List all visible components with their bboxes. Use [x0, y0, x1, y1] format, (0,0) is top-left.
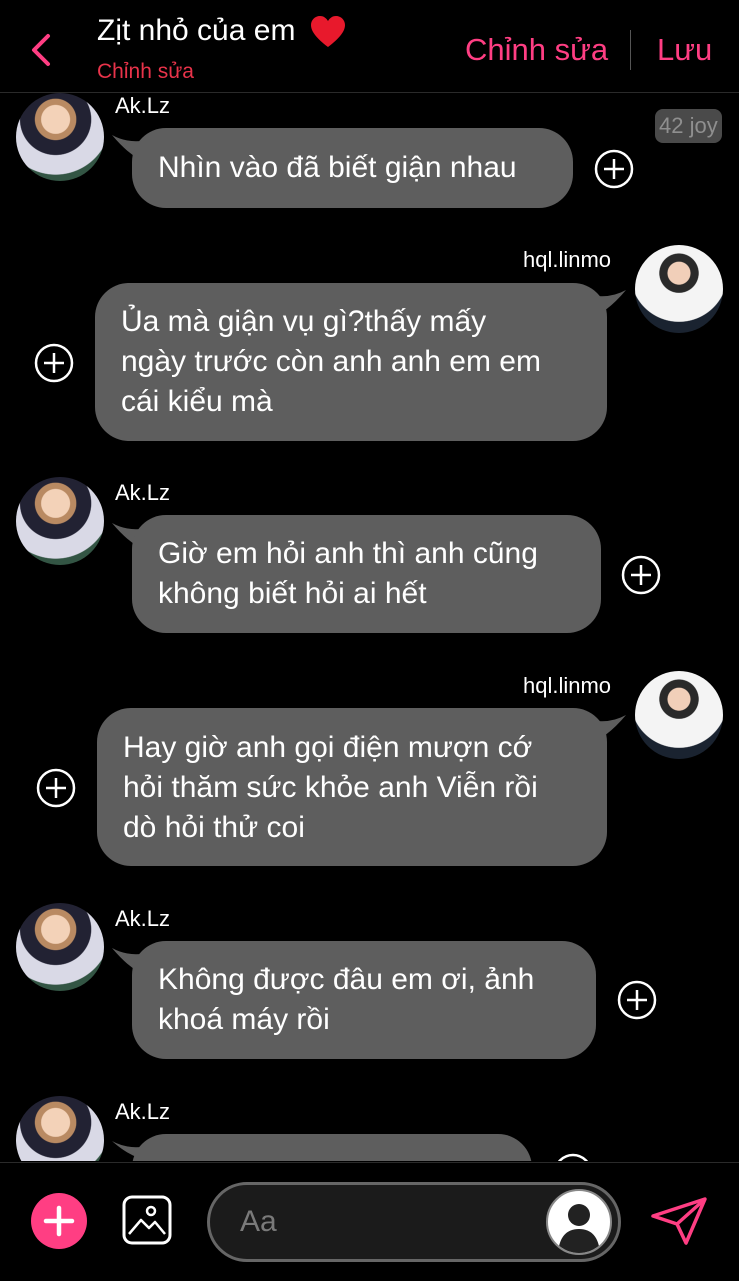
sender-name: Ak.Lz [115, 906, 171, 931]
person-silhouette-icon [558, 1204, 600, 1253]
avatar[interactable] [635, 245, 723, 333]
message-line: ngày trước còn anh anh em em [121, 345, 541, 378]
message-text: Nhìn vào đã biết giận nhau [158, 151, 517, 184]
add-reaction-icon[interactable] [594, 149, 634, 189]
message-bubble[interactable]: Hay giờ anh gọi điện mượn cớ hỏi thăm sứ… [97, 708, 607, 866]
message-list[interactable]: 42 joy Ak.Lz Nhìn vào đã biết giận nhau … [0, 93, 739, 1161]
points-badge: 42 joy [655, 109, 722, 143]
sender-name: hql.linmo [523, 247, 612, 272]
send-icon[interactable] [650, 1196, 708, 1246]
avatar[interactable] [16, 477, 104, 565]
message-bubble[interactable]: Nhìn vào đã biết giận nhau [132, 128, 573, 208]
chat-header: Zịt nhỏ của em Chỉnh sửa Chỉnh sửa Lưu [0, 0, 739, 93]
message-line: không biết hỏi ai hết [158, 577, 427, 610]
back-chevron-icon[interactable] [28, 30, 58, 70]
avatar[interactable] [16, 903, 104, 991]
edit-button[interactable]: Chỉnh sửa [465, 32, 608, 68]
message-line: Hay giờ anh gọi điện mượn cớ [123, 731, 533, 764]
avatar[interactable] [16, 1096, 104, 1161]
message-line: Giờ em hỏi anh thì anh cũng [158, 537, 538, 570]
message-input-placeholder: Aa [240, 1205, 277, 1238]
message-line: hỏi thăm sức khỏe anh Viễn rồi [123, 771, 538, 804]
message-bubble[interactable]: Không được đâu em ơi, ảnh khoá máy rồi [132, 941, 596, 1059]
image-icon[interactable] [121, 1194, 173, 1246]
message-line: Không được đâu em ơi, ảnh [158, 963, 535, 996]
message-bubble[interactable]: Giờ em hỏi anh thì anh cũng không biết h… [132, 515, 601, 633]
add-reaction-icon[interactable] [34, 343, 74, 383]
sender-name: hql.linmo [523, 673, 612, 698]
message-line: dò hỏi thử coi [123, 811, 305, 844]
sender-name: Ak.Lz [115, 1099, 171, 1124]
add-reaction-icon[interactable] [617, 980, 657, 1020]
composer-bar: Aa [0, 1162, 739, 1281]
message-line: cái kiểu mà [121, 385, 273, 418]
header-divider [630, 30, 631, 70]
avatar[interactable] [635, 671, 723, 759]
chat-title: Zịt nhỏ của em [97, 14, 346, 49]
save-button[interactable]: Lưu [657, 32, 712, 68]
sender-name: Ak.Lz [115, 480, 171, 505]
message-line: khoá máy rồi [158, 1003, 330, 1036]
profile-picker[interactable] [546, 1189, 612, 1255]
chat-subtitle[interactable]: Chỉnh sửa [97, 60, 194, 84]
add-reaction-icon[interactable] [36, 768, 76, 808]
message-input[interactable]: Aa [207, 1182, 621, 1262]
heart-icon [310, 16, 345, 48]
message-bubble[interactable] [132, 1134, 532, 1161]
sender-name: Ak.Lz [115, 93, 171, 118]
chat-title-text: Zịt nhỏ của em [97, 14, 296, 47]
add-button[interactable] [31, 1193, 87, 1249]
avatar[interactable] [16, 93, 104, 181]
message-bubble[interactable]: Ủa mà giận vụ gì?thấy mấy ngày trước còn… [95, 283, 607, 441]
add-reaction-icon[interactable] [553, 1153, 593, 1161]
add-reaction-icon[interactable] [621, 555, 661, 595]
plus-icon [43, 1205, 75, 1237]
message-line: Ủa mà giận vụ gì?thấy mấy [121, 305, 487, 338]
